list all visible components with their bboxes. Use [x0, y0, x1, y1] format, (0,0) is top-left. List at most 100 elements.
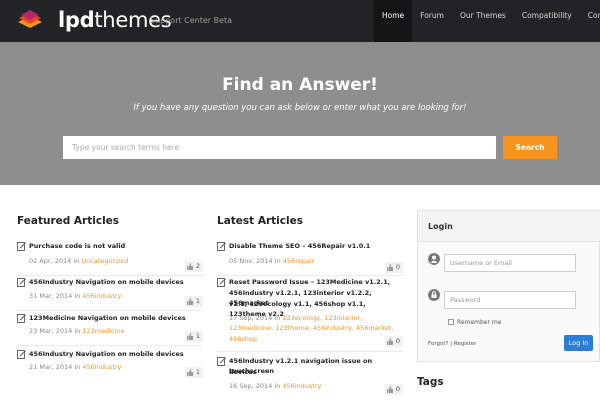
forgot-password-link[interactable]: Forgot? — [428, 341, 448, 347]
hero-title: Find an Answer! — [222, 75, 378, 95]
tags-heading: Tags — [417, 376, 444, 388]
article-title-link[interactable]: devices — [229, 368, 257, 378]
article-date: 05 Nov, 2014 in — [229, 257, 281, 265]
article-title-link[interactable]: Reset Password Issue – 123Medicine v1.2.… — [229, 278, 390, 288]
like-count: 1 — [195, 297, 200, 305]
article-divider — [17, 275, 203, 276]
article-meta: 02 Apr, 2014 in Uncategorized — [29, 257, 128, 267]
remember-me[interactable]: Remember me — [448, 319, 501, 326]
featured-article: Purchase code is not valid 02 Apr, 2014 … — [17, 242, 203, 272]
article-category-link[interactable]: 456industry — [82, 363, 121, 371]
article-category-link[interactable]: 123medicine, 123theme, 456industry, 456m… — [229, 324, 394, 334]
article-category-link[interactable]: 123medicine — [82, 327, 124, 335]
document-edit-icon — [217, 357, 226, 366]
like-button[interactable]: 0 — [385, 384, 403, 395]
password-field[interactable] — [444, 291, 576, 309]
like-count: 0 — [395, 263, 400, 271]
latest-articles-heading: Latest Articles — [217, 215, 303, 227]
login-heading: Login — [428, 222, 453, 231]
document-edit-icon — [17, 242, 26, 251]
article-date: 21 Mar, 2014 in — [29, 363, 81, 371]
article-meta: 23 Mar, 2014 in 123medicine — [29, 327, 125, 337]
featured-article: 456Industry Navigation on mobile devices… — [17, 350, 203, 380]
like-button[interactable]: 0 — [385, 336, 403, 347]
links-separator: | — [450, 341, 453, 347]
login-widget: Login Remember me Forgot? | Register Log… — [417, 210, 600, 362]
article-date: 02 Apr, 2014 in — [29, 257, 80, 265]
like-count: 0 — [395, 337, 400, 345]
thumbs-up-icon — [187, 369, 193, 376]
document-edit-icon — [217, 242, 226, 251]
document-edit-icon — [17, 314, 26, 323]
main-nav: Home Forum Our Themes Compatibility Cont… — [374, 0, 600, 42]
thumbs-up-icon — [187, 298, 193, 305]
document-edit-icon — [217, 278, 226, 287]
featured-articles-heading: Featured Articles — [17, 215, 120, 227]
article-meta: 05 Nov, 2014 in 456repair — [229, 257, 314, 267]
article-divider — [17, 345, 203, 346]
featured-article: 123Medicine Navigation on mobile devices… — [17, 314, 203, 344]
thumbs-up-icon — [187, 263, 193, 270]
article-category-link[interactable]: 456shop — [229, 335, 257, 345]
article-title-link[interactable]: Purchase code is not valid — [29, 242, 125, 252]
nav-our-themes[interactable]: Our Themes — [452, 0, 514, 42]
thumbs-up-icon — [187, 333, 193, 340]
article-date: 31 Mar, 2014 in — [29, 292, 81, 300]
lpdthemes-logo-icon[interactable] — [16, 8, 44, 34]
thumbs-up-icon — [387, 264, 393, 271]
like-count: 0 — [395, 385, 400, 393]
article-category-link[interactable]: 456industry — [82, 292, 121, 300]
article-category-link[interactable]: 456industry — [282, 382, 321, 390]
article-category-link[interactable]: 123ecology, 123interior, — [282, 314, 362, 322]
register-link[interactable]: Register — [454, 341, 477, 347]
article-date: 23 Mar, 2014 in — [29, 327, 81, 335]
like-button[interactable]: 1 — [185, 367, 203, 378]
search-button[interactable]: Search — [503, 136, 557, 159]
latest-article: Disable Theme SEO – 456Repair v1.0.1 05 … — [217, 242, 403, 273]
like-count: 1 — [195, 332, 200, 340]
brand-bold: lpd — [58, 8, 95, 32]
thumbs-up-icon — [387, 338, 393, 345]
remember-me-label: Remember me — [457, 319, 502, 326]
nav-contact-us[interactable]: Contact Us — [580, 0, 600, 42]
username-field[interactable] — [444, 254, 576, 272]
latest-article: Reset Password Issue – 123Medicine v1.2.… — [217, 278, 403, 348]
user-icon — [428, 253, 440, 265]
document-edit-icon — [17, 278, 26, 287]
article-meta: 31 Mar, 2014 in 456industry — [29, 292, 121, 302]
article-meta: 16 Sep, 2014 in 456industry — [229, 382, 321, 392]
article-date: 17 Sep, 2014 in — [229, 314, 281, 322]
like-button[interactable]: 1 — [185, 331, 203, 342]
hero-subtitle: If you have any question you can ask bel… — [133, 103, 467, 113]
featured-article: 456Industry Navigation on mobile devices… — [17, 278, 203, 308]
article-category-link[interactable]: 456repair — [283, 257, 315, 265]
remember-me-checkbox[interactable] — [448, 319, 454, 325]
article-category-link[interactable]: Uncategorized — [81, 257, 128, 265]
like-button[interactable]: 2 — [185, 261, 203, 272]
nav-home[interactable]: Home — [374, 0, 413, 42]
article-divider — [217, 275, 403, 276]
login-links: Forgot? | Register — [428, 341, 476, 347]
site-tagline: Support Center Beta — [150, 16, 233, 25]
lock-icon — [428, 289, 440, 301]
login-header: Login — [418, 211, 600, 242]
article-title-link[interactable]: 123Medicine Navigation on mobile devices — [29, 314, 186, 324]
article-title-link[interactable]: 456Industry Navigation on mobile devices — [29, 278, 184, 288]
article-meta: 21 Mar, 2014 in 456industry — [29, 363, 121, 373]
like-button[interactable]: 1 — [185, 296, 203, 307]
article-title-link[interactable]: Disable Theme SEO – 456Repair v1.0.1 — [229, 242, 370, 252]
thumbs-up-icon — [387, 386, 393, 393]
article-title-link[interactable]: 456Industry Navigation on mobile devices — [29, 350, 184, 360]
document-edit-icon — [17, 350, 26, 359]
like-count: 2 — [195, 262, 200, 270]
like-button[interactable]: 0 — [385, 262, 403, 273]
article-meta: 17 Sep, 2014 in 123ecology, 123interior, — [229, 314, 362, 324]
nav-forum[interactable]: Forum — [412, 0, 452, 42]
search-hero: Find an Answer! If you have any question… — [0, 42, 600, 185]
nav-compatibility[interactable]: Compatibility — [514, 0, 580, 42]
article-divider — [217, 351, 403, 352]
article-date: 16 Sep, 2014 in — [229, 382, 281, 390]
top-navbar: lpdthemes Support Center Beta Home Forum… — [0, 0, 600, 42]
login-button[interactable]: Log In — [564, 335, 593, 351]
search-input[interactable] — [63, 136, 496, 159]
